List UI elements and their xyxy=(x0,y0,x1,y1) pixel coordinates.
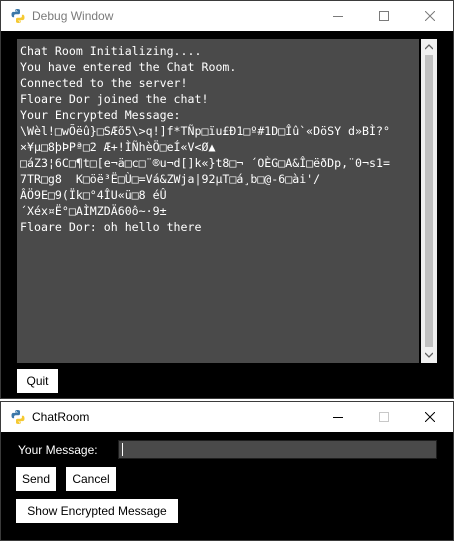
close-button[interactable] xyxy=(407,402,453,432)
scroll-up-button[interactable] xyxy=(421,39,437,55)
minimize-icon xyxy=(333,16,343,17)
debug-output-line: Floare Dor: oh hello there xyxy=(20,220,202,234)
debug-window-title: Debug Window xyxy=(32,9,114,23)
debug-output-line: □áZ3¦6C□¶t□[e¬ä□c□¨®u¬d[]k«}t8□¬ ´OÈG□A&… xyxy=(20,156,390,170)
close-button[interactable] xyxy=(407,1,453,31)
message-label: Your Message: xyxy=(18,443,98,457)
maximize-icon xyxy=(379,412,389,422)
maximize-button xyxy=(361,402,407,432)
debug-output-line: 7TR□g8 K□öë³Ë□Ù□=Vá&ZWja|92µT□á¸b□@-6□ài… xyxy=(20,172,321,186)
maximize-icon xyxy=(379,11,389,21)
vertical-scrollbar[interactable] xyxy=(421,39,437,363)
chatroom-window-titlebar[interactable]: ChatRoom xyxy=(1,402,453,432)
minimize-button[interactable] xyxy=(315,1,361,31)
debug-output-text: Chat Room Initializing.... You have enter… xyxy=(17,39,419,235)
chatroom-window-title: ChatRoom xyxy=(32,410,90,424)
debug-output-line: Chat Room Initializing.... xyxy=(20,44,202,58)
scroll-down-arrow-icon xyxy=(425,352,433,358)
minimize-button[interactable] xyxy=(315,402,361,432)
maximize-button[interactable] xyxy=(361,1,407,31)
quit-button[interactable]: Quit xyxy=(17,369,58,393)
debug-output-line: Connected to the server! xyxy=(20,76,188,90)
debug-output-line: ´Xéx¤Ë°□AÌMZDÄ60ô~·9± xyxy=(20,204,167,218)
show-encrypted-message-button[interactable]: Show Encrypted Message xyxy=(16,499,178,523)
debug-output[interactable]: Chat Room Initializing.... You have enter… xyxy=(17,39,419,363)
send-button[interactable]: Send xyxy=(16,467,56,491)
close-icon xyxy=(425,11,435,21)
debug-output-line: You have entered the Chat Room. xyxy=(20,60,237,74)
python-logo-icon xyxy=(11,9,25,23)
debug-output-line: Floare Dor joined the chat! xyxy=(20,92,209,106)
text-caret xyxy=(122,443,123,456)
close-icon xyxy=(425,412,435,422)
minimize-icon xyxy=(333,417,343,418)
scrollbar-thumb[interactable] xyxy=(425,55,433,347)
scroll-down-button[interactable] xyxy=(421,347,437,363)
debug-window: Debug Window Chat Room Initializing.... Y… xyxy=(0,0,454,399)
message-input[interactable] xyxy=(118,440,437,459)
scroll-up-arrow-icon xyxy=(425,44,433,50)
debug-window-titlebar[interactable]: Debug Window xyxy=(1,1,453,31)
debug-output-line: Your Encrypted Message: xyxy=(20,108,181,122)
debug-output-line: \Wèl!□wÕëû}□SÆõ5\>q!]f*TÑp□ïu£Ð1□º#1D□Îû… xyxy=(20,124,390,138)
python-logo-icon xyxy=(11,410,25,424)
cancel-button[interactable]: Cancel xyxy=(66,467,116,491)
debug-output-line: ×¥µ□8þÞPª□2 Æ+!ÌÑhèÖ□eÍ«V<Ø▲ xyxy=(20,140,216,154)
debug-output-line: ÂÖ9E□9(Ïk□°4ÎU«ü□8 éÛ xyxy=(20,188,167,202)
